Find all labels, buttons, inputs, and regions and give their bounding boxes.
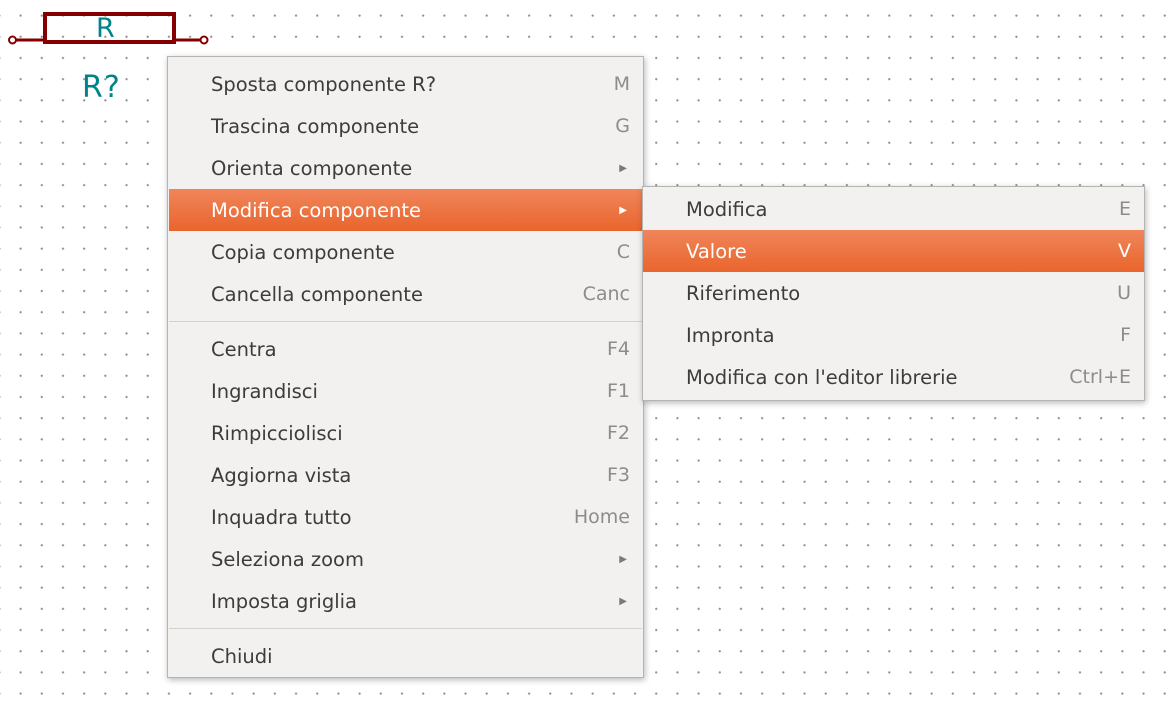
menu-item-label: Modifica con l'editor librerie: [686, 365, 958, 389]
menu-item-aggiorna-vista[interactable]: Aggiorna vista F3: [168, 454, 643, 496]
menu-item-label: Cancella componente: [211, 282, 423, 306]
menu-item-label: Rimpicciolisci: [211, 421, 343, 445]
menu-separator: [169, 628, 642, 629]
menu-item-shortcut: E: [1118, 198, 1131, 220]
menu-item-shortcut: F4: [606, 338, 630, 360]
component-value-label: R: [96, 13, 115, 44]
menu-item-shortcut: C: [616, 241, 630, 263]
menu-item-seleziona-zoom[interactable]: Seleziona zoom ▶: [168, 538, 643, 580]
menu-item-imposta-griglia[interactable]: Imposta griglia ▶: [168, 580, 643, 622]
menu-item-modifica-componente[interactable]: Modifica componente ▶: [169, 189, 642, 231]
menu-item-rimpicciolisci[interactable]: Rimpicciolisci F2: [168, 412, 643, 454]
menu-item-label: Ingrandisci: [211, 379, 318, 403]
menu-item-label: Seleziona zoom: [211, 547, 364, 571]
menu-item-shortcut: F1: [606, 380, 630, 402]
submenu-arrow-icon: ▶: [619, 595, 627, 607]
component-reference-label: R?: [82, 70, 121, 105]
menu-item-shortcut: F: [1120, 324, 1131, 346]
menu-item-label: Inquadra tutto: [211, 505, 352, 529]
menu-item-shortcut: V: [1118, 240, 1131, 262]
menu-item-modifica[interactable]: Modifica E: [643, 188, 1144, 230]
submenu-arrow-icon: ▶: [619, 162, 627, 174]
menu-item-orienta-componente[interactable]: Orienta componente ▶: [168, 147, 643, 189]
menu-item-label: Imposta griglia: [211, 589, 357, 613]
menu-item-label: Centra: [211, 337, 277, 361]
pin-end-icon: [8, 35, 17, 45]
menu-item-shortcut: F3: [606, 464, 630, 486]
menu-separator: [169, 321, 642, 322]
menu-item-shortcut: G: [615, 115, 630, 137]
menu-item-chiudi[interactable]: Chiudi: [168, 635, 643, 677]
menu-item-centra[interactable]: Centra F4: [168, 328, 643, 370]
menu-item-copia-componente[interactable]: Copia componente C: [168, 231, 643, 273]
menu-item-cancella-componente[interactable]: Cancella componente Canc: [168, 273, 643, 315]
menu-item-label: Modifica: [686, 197, 768, 221]
menu-item-sposta-componente-r[interactable]: Sposta componente R? M: [168, 63, 643, 105]
menu-item-label: Aggiorna vista: [211, 463, 352, 487]
menu-item-label: Chiudi: [211, 644, 273, 668]
menu-item-valore[interactable]: Valore V: [643, 230, 1144, 272]
menu-item-label: Orienta componente: [211, 156, 413, 180]
context-menu: Sposta componente R? M Trascina componente…: [167, 56, 644, 678]
menu-item-shortcut: Home: [573, 506, 630, 528]
menu-item-label: Valore: [686, 239, 747, 263]
menu-item-label: Sposta componente R?: [211, 72, 437, 96]
menu-item-trascina-componente[interactable]: Trascina componente G: [168, 105, 643, 147]
menu-item-modifica-con-l-editor-librerie[interactable]: Modifica con l'editor librerie Ctrl+E: [643, 356, 1144, 398]
submenu-arrow-icon: ▶: [619, 204, 627, 216]
menu-item-shortcut: M: [613, 73, 630, 95]
menu-item-label: Trascina componente: [211, 114, 420, 138]
menu-item-label: Riferimento: [686, 281, 801, 305]
menu-item-shortcut: F2: [606, 422, 630, 444]
submenu-modifica-componente: Modifica E Valore V Riferimento U Impronta F Mod…: [642, 186, 1145, 401]
menu-item-impronta[interactable]: Impronta F: [643, 314, 1144, 356]
menu-item-label: Copia componente: [211, 240, 395, 264]
menu-item-shortcut: U: [1117, 282, 1131, 304]
menu-item-inquadra-tutto[interactable]: Inquadra tutto Home: [168, 496, 643, 538]
menu-item-shortcut: Canc: [582, 283, 630, 305]
menu-item-shortcut: Ctrl+E: [1069, 366, 1131, 388]
menu-item-riferimento[interactable]: Riferimento U: [643, 272, 1144, 314]
menu-item-label: Impronta: [686, 323, 775, 347]
menu-item-label: Modifica componente: [211, 198, 422, 222]
menu-item-ingrandisci[interactable]: Ingrandisci F1: [168, 370, 643, 412]
submenu-arrow-icon: ▶: [619, 553, 627, 565]
pin-end-icon: [199, 35, 209, 45]
